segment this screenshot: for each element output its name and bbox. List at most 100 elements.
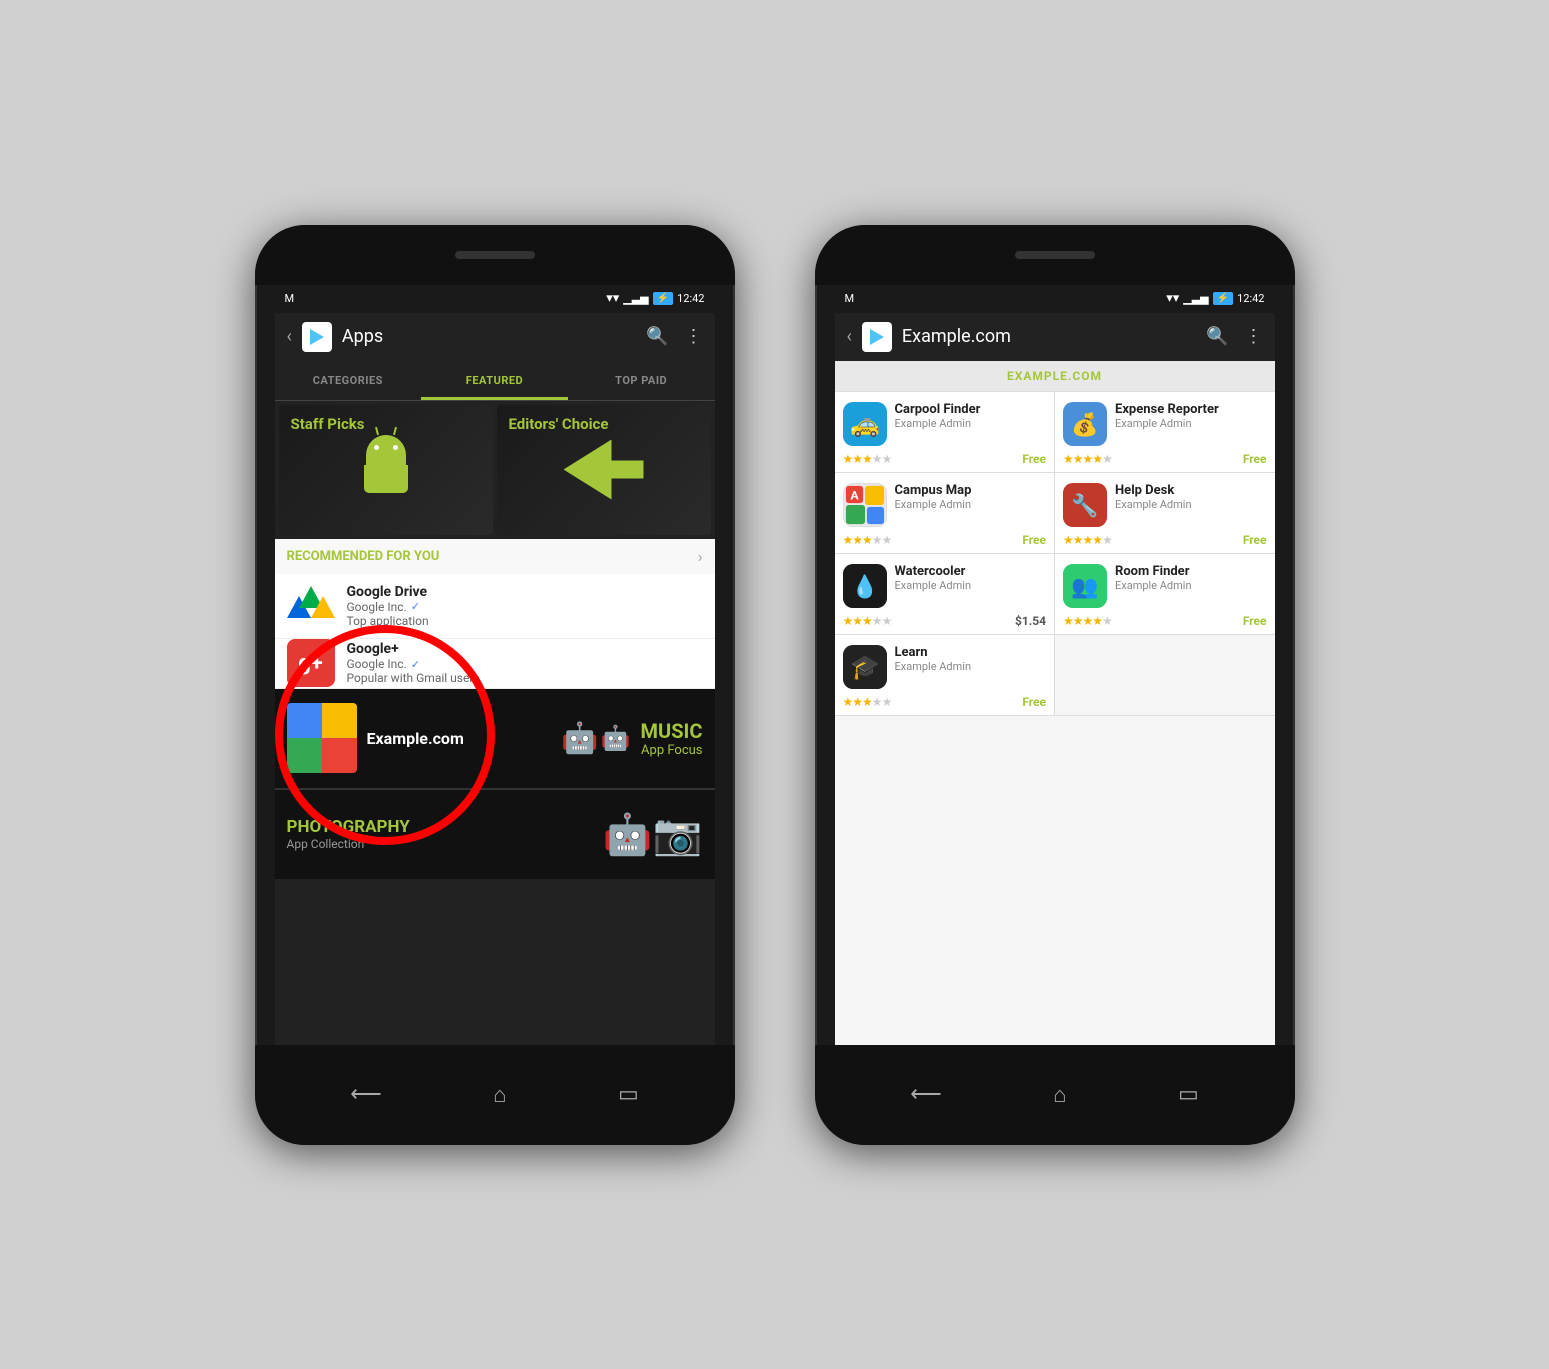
example-promo-logo [287,703,357,773]
expense-dev: Example Admin [1115,417,1267,430]
staff-picks-label: Staff Picks [291,415,365,433]
right-back-nav-icon[interactable]: ⟵ [910,1082,942,1107]
svg-text:💰: 💰 [1071,412,1098,438]
app-cell-campus[interactable]: A Campus Map Example Admin [835,473,1056,553]
campus-stars-price: ★★★★★ Free [843,533,1047,547]
tab-categories[interactable]: CATEGORIES [275,361,422,400]
music-title: MUSIC [641,719,703,743]
right-time: 12:42 [1237,292,1264,305]
left-tabs-bar: CATEGORIES FEATURED TOP PAID [275,361,715,401]
app-cell-roomfinder[interactable]: 👥 Room Finder Example Admin ★★★★★ [1055,554,1275,634]
tab-top-paid[interactable]: TOP PAID [568,361,715,400]
app-cell-learn[interactable]: 🎓 Learn Example Admin ★★★★★ [835,635,1056,715]
left-phone-speaker [455,251,535,259]
app-cell-carpool[interactable]: 🚕 Carpool Finder Example Admin ★★★★★ [835,392,1056,472]
app-cell-expense[interactable]: 💰 Expense Reporter Example Admin ★★★★★ [1055,392,1275,472]
right-carrier: M [845,292,855,305]
right-back-button[interactable]: ‹ [847,326,852,347]
left-app-bar: ‹ Apps 🔍 ⋮ [275,313,715,361]
staff-picks-banner[interactable]: Staff Picks [279,405,493,535]
example-promo-title: Example.com [367,729,552,748]
carpool-stars-price: ★★★★★ Free [843,452,1047,466]
back-nav-icon[interactable]: ⟵ [350,1082,382,1107]
android-bots-group: 🤖 🤖 [561,721,630,756]
carpool-stars: ★★★★★ [843,452,892,466]
svg-text:🎓: 🎓 [850,653,880,681]
google-plus-info: Google+ Google Inc. ✓ Popular with Gmail… [347,641,703,685]
android-mascot-left [356,435,416,505]
right-phone-top-bar [815,225,1295,285]
list-item-google-plus[interactable]: g+ Google+ Google Inc. ✓ Popular with Gm… [275,639,715,689]
list-item-google-drive[interactable]: Google Drive Google Inc. ✓ Top applicati… [275,574,715,639]
helpdesk-price: Free [1243,533,1267,547]
left-time: 12:42 [677,292,704,305]
right-phone: M ▾▾ ▁▃▅ ⚡ 12:42 ‹ Example.com 🔍 ⋮ [815,225,1295,1145]
editors-choice-banner[interactable]: Editors' Choice [497,405,711,535]
svg-text:💧: 💧 [851,574,878,600]
right-app-bar-icons: 🔍 ⋮ [1206,326,1262,347]
svg-text:A: A [850,488,859,503]
right-app-title: Example.com [902,326,1196,347]
left-search-icon[interactable]: 🔍 [646,326,668,347]
google-drive-name: Google Drive [347,584,703,600]
photography-promo-banner[interactable]: PHOTOGRAPHY App Collection 🤖📷 [275,789,715,879]
left-phone-top-bar [255,225,735,285]
recents-nav-icon[interactable]: ▭ [618,1082,639,1107]
left-phone-screen: M ▾▾ ▁▃▅ ⚡ 12:42 ‹ Apps 🔍 ⋮ [275,285,715,1045]
verified-badge-drive: ✓ [411,600,420,613]
left-back-button[interactable]: ‹ [287,326,292,347]
right-recents-nav-icon[interactable]: ▭ [1178,1082,1199,1107]
example-promo-banner[interactable]: Example.com 🤖 🤖 MUSIC App Focus [275,689,715,789]
learn-icon: 🎓 [843,645,887,689]
right-status-right: ▾▾ ▁▃▅ ⚡ 12:42 [1166,291,1264,306]
photography-sub: App Collection [287,837,410,851]
roomfinder-price: Free [1243,614,1267,628]
right-phone-bottom-bar: ⟵ ⌂ ▭ [815,1045,1295,1145]
left-menu-icon[interactable]: ⋮ [685,326,703,347]
right-menu-icon[interactable]: ⋮ [1245,326,1263,347]
right-home-nav-icon[interactable]: ⌂ [1053,1082,1066,1108]
photography-promo-text: PHOTOGRAPHY App Collection [287,817,410,851]
carpool-name: Carpool Finder [895,402,1047,417]
watercooler-name: Watercooler [895,564,1047,579]
google-drive-icon [287,582,335,630]
google-plus-icon: g+ [287,639,335,687]
tab-featured[interactable]: FEATURED [421,361,568,400]
right-signal-icon: ▁▃▅ [1183,292,1208,305]
carpool-icon: 🚕 [843,402,887,446]
left-signal-icon: ▁▃▅ [623,292,648,305]
right-search-icon[interactable]: 🔍 [1206,326,1228,347]
roomfinder-stars: ★★★★★ [1063,614,1112,628]
left-battery-icon: ⚡ [653,292,673,305]
recommended-label: RECOMMENDED FOR YOU [287,549,440,564]
home-nav-icon[interactable]: ⌂ [493,1082,506,1108]
google-drive-info: Google Drive Google Inc. ✓ Top applicati… [347,584,703,628]
helpdesk-meta: Help Desk Example Admin [1115,483,1267,511]
helpdesk-icon: 🔧 [1063,483,1107,527]
roomfinder-dev: Example Admin [1115,579,1267,592]
left-play-logo [302,322,332,352]
learn-stars-price: ★★★★★ Free [843,695,1047,709]
example-promo-text: Example.com [367,729,552,748]
expense-stars-price: ★★★★★ Free [1063,452,1267,466]
learn-price: Free [1022,695,1046,709]
app-cell-watercooler[interactable]: 💧 Watercooler Example Admin ★★★★★ [835,554,1056,634]
recommended-header[interactable]: RECOMMENDED FOR YOU › [275,539,715,574]
campus-meta: Campus Map Example Admin [895,483,1047,511]
svg-text:🔧: 🔧 [1071,492,1098,519]
editors-choice-label: Editors' Choice [509,415,609,433]
google-plus-dev: Google Inc. ✓ [347,657,703,671]
google-drive-sub: Top application [347,614,703,628]
learn-meta: Learn Example Admin [895,645,1047,673]
expense-name: Expense Reporter [1115,402,1267,417]
app-cell-helpdesk[interactable]: 🔧 Help Desk Example Admin ★★★★★ [1055,473,1275,553]
right-status-bar: M ▾▾ ▁▃▅ ⚡ 12:42 [835,285,1275,313]
left-status-right: ▾▾ ▁▃▅ ⚡ 12:42 [606,291,704,306]
right-phone-speaker [1015,251,1095,259]
helpdesk-stars: ★★★★★ [1063,533,1112,547]
helpdesk-name: Help Desk [1115,483,1267,498]
app-grid-row-4: 🎓 Learn Example Admin ★★★★★ [835,635,1275,716]
watercooler-price: $1.54 [1015,614,1046,628]
expense-icon: 💰 [1063,402,1107,446]
svg-text:👥: 👥 [1071,575,1098,600]
